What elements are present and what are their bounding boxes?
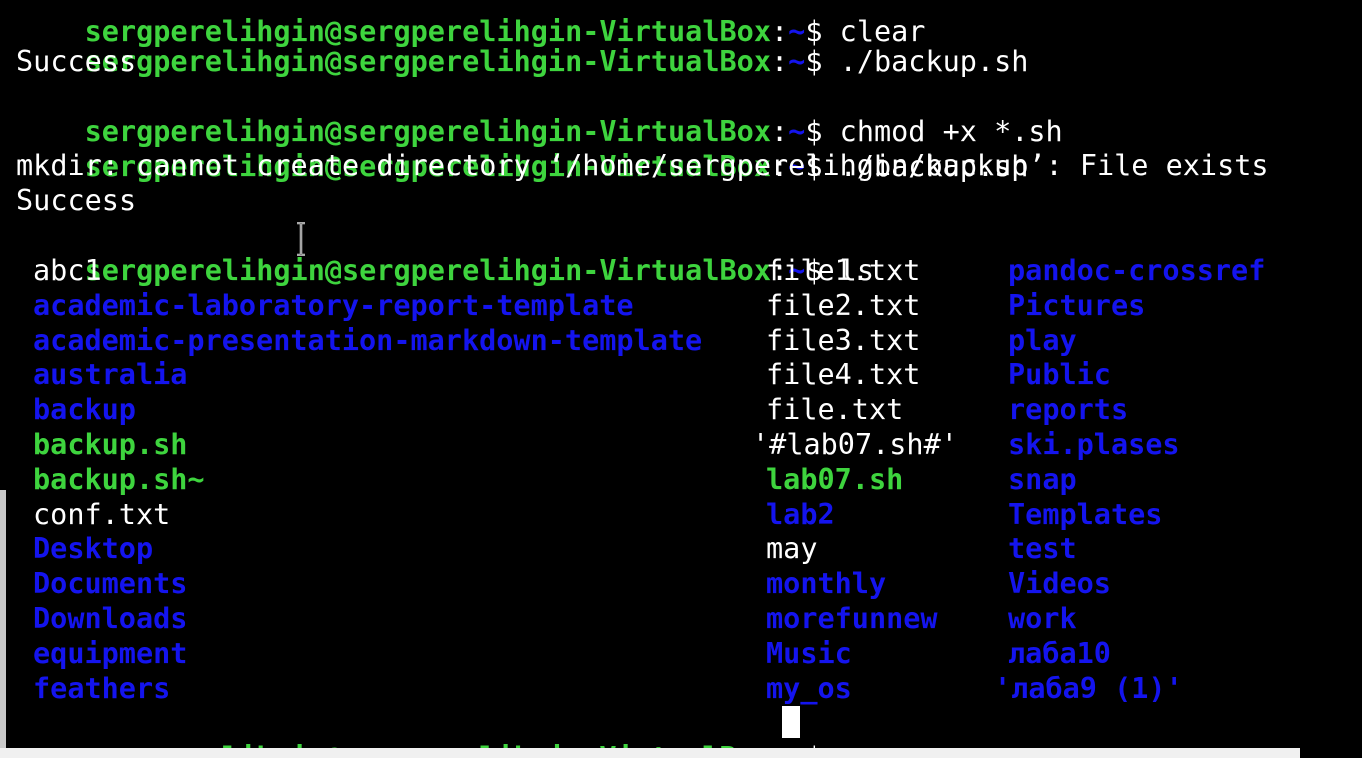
prompt-user: sergperelihgin@sergperelihgin-VirtualBox — [84, 254, 771, 287]
ibeam-cursor-icon — [297, 222, 305, 256]
terminal-line-prompt: sergperelihgin@sergperelihgin-VirtualBox… — [16, 79, 1063, 148]
ls-entry: academic-presentation-markdown-template — [33, 323, 703, 357]
ls-entry: file.txt — [766, 393, 904, 427]
ls-entry: pandoc-crossref — [1008, 254, 1266, 287]
ls-entry: reports — [1008, 393, 1129, 427]
prompt-path: ~ — [788, 45, 806, 78]
text-cursor — [782, 706, 800, 738]
ls-entry: play — [1008, 323, 1077, 357]
ls-entry: morefunnew — [766, 602, 938, 635]
taskbar-strip — [0, 748, 1362, 758]
ls-entry: Desktop — [33, 532, 154, 566]
ls-entry: file1.txt — [766, 254, 921, 287]
ls-entry: лаба10 — [1008, 636, 1111, 670]
ls-entry: snap — [1008, 462, 1077, 496]
ls-entry: feathers — [33, 671, 171, 705]
ls-entry: backup.sh — [33, 428, 188, 461]
ls-entry: lab2 — [766, 497, 835, 531]
terminal-output-line: Success — [16, 45, 137, 78]
terminal-line-prompt: sergperelihgin@sergperelihgin-VirtualBox… — [16, 114, 1029, 183]
ls-entry: academic-laboratory-report-template — [33, 288, 634, 322]
ls-entry: backup.sh~ — [33, 462, 205, 496]
ls-entry: 'лаба9 (1)' — [994, 671, 1183, 705]
ls-entry: Downloads — [33, 602, 188, 635]
ls-entry: Templates — [1008, 497, 1163, 531]
ls-entry: australia — [33, 358, 188, 392]
ls-entry: lab07.sh — [766, 462, 904, 496]
ls-entry: file3.txt — [766, 323, 921, 357]
prompt-sep: : — [770, 45, 789, 78]
ls-entry: test — [1008, 532, 1077, 566]
ls-entry: conf.txt — [33, 497, 171, 531]
terminal-output-line: Success — [16, 184, 137, 217]
terminal-output-line: mkdir: cannot create directory ‘/home/se… — [16, 149, 1269, 182]
terminal-window[interactable]: sergperelihgin@sergperelihgin-VirtualBox… — [0, 0, 1362, 758]
window-left-edge — [0, 490, 6, 758]
ls-entry: Music — [766, 636, 852, 670]
command-text: ./backup.sh — [822, 45, 1029, 78]
ls-entry: equipment — [33, 636, 188, 670]
ls-entry: file2.txt — [766, 288, 921, 322]
taskbar-strip-end — [1300, 748, 1362, 758]
ls-entry: abc1 — [33, 254, 102, 287]
ls-entry: Public — [1008, 358, 1111, 392]
terminal-line-prompt-current: sergperelihgin@sergperelihgin-VirtualBox… — [16, 705, 823, 758]
ls-entry: monthly — [766, 567, 887, 601]
prompt-user: sergperelihgin@sergperelihgin-VirtualBox — [84, 45, 771, 78]
ls-entry: Pictures — [1008, 288, 1146, 322]
ls-entry: Videos — [1008, 567, 1111, 601]
ls-entry: file4.txt — [766, 358, 921, 392]
ls-entry: ski.plases — [1008, 428, 1180, 461]
terminal-line-prompt: sergperelihgin@sergperelihgin-VirtualBox… — [16, 9, 1029, 78]
prompt-dollar: $ — [805, 45, 823, 78]
ls-entry: Documents — [33, 567, 188, 601]
ls-entry: my_os — [766, 671, 852, 705]
ls-entry: backup — [33, 393, 136, 427]
ls-entry: may — [766, 532, 818, 566]
terminal-line-prompt: sergperelihgin@sergperelihgin-VirtualBox… — [16, 218, 874, 287]
ls-entry: '#lab07.sh#' — [752, 428, 958, 461]
ls-entry: work — [1008, 602, 1077, 635]
